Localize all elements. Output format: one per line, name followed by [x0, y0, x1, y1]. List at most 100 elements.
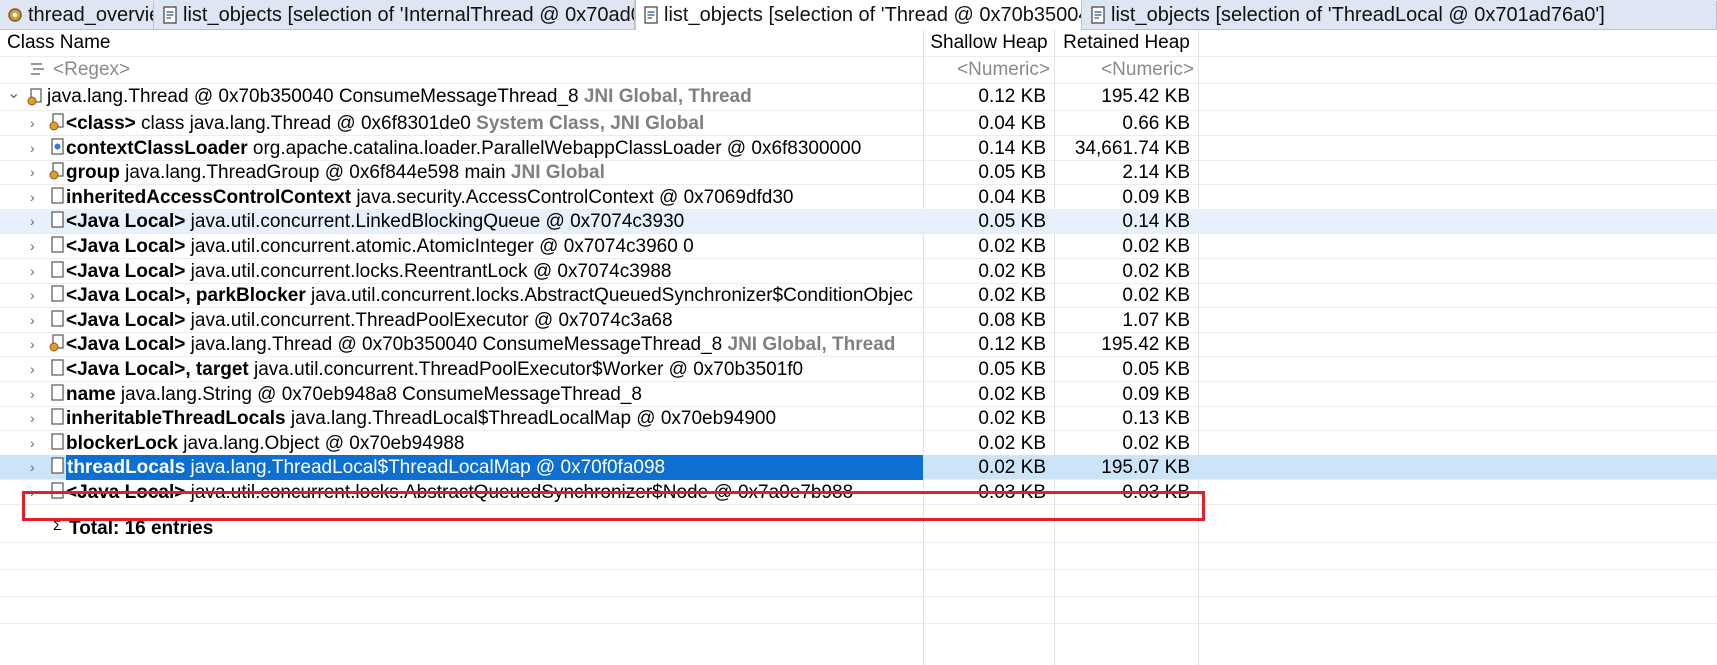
retained-heap-value: 0.02 KB — [1122, 261, 1190, 282]
table-row-selected[interactable]: › threadLocals java.lang.ThreadLocal$Thre… — [0, 455, 1717, 480]
gc-root-tag: JNI Global, Thread — [583, 86, 752, 107]
field-name: name — [66, 384, 116, 405]
class-name-cell: › inheritedAccessControlContext java.secu… — [0, 185, 923, 210]
chevron-right-icon[interactable]: › — [30, 160, 35, 185]
chevron-down-icon[interactable]: ⌄ — [7, 84, 20, 107]
column-header-shallow-heap[interactable]: Shallow Heap — [924, 30, 1054, 56]
chevron-right-icon[interactable]: › — [30, 431, 35, 456]
tab-list-objects-internalthread[interactable]: list_objects [selection of 'InternalThre… — [155, 1, 635, 29]
chevron-right-icon[interactable]: › — [30, 185, 35, 210]
table-row[interactable]: › <Java Local>, target java.util.concurre… — [0, 357, 1717, 382]
tab-label: list_objects [selection of 'ThreadLocal … — [1111, 3, 1605, 26]
chevron-right-icon[interactable]: › — [30, 259, 35, 284]
shallow-heap-value: 0.02 KB — [978, 384, 1046, 405]
filter-icon — [31, 63, 44, 75]
field-name: <Java Local> — [66, 261, 186, 282]
chevron-right-icon[interactable]: › — [30, 382, 35, 407]
chevron-right-icon[interactable]: › — [30, 209, 35, 234]
shallow-heap-value: 0.04 KB — [978, 187, 1046, 208]
doc-icon — [51, 408, 64, 425]
table-row[interactable]: › <Java Local> java.util.concurrent.atomi… — [0, 234, 1717, 259]
retained-heap-value: 0.14 KB — [1122, 211, 1190, 232]
table-row[interactable]: › name java.lang.String @ 0x70eb948a8 Con… — [0, 382, 1717, 407]
chevron-right-icon[interactable]: › — [30, 455, 35, 480]
thread-object-icon — [49, 334, 64, 352]
table-row[interactable]: › <Java Local>, parkBlocker java.util.con… — [0, 283, 1717, 308]
field-name: <Java Local> — [66, 211, 186, 232]
object-ref: java.util.concurrent.atomic.AtomicIntege… — [190, 236, 694, 257]
object-ref: org.apache.catalina.loader.ParallelWebap… — [252, 138, 862, 159]
regex-filter-input[interactable]: <Regex> — [53, 57, 130, 83]
classloader-icon — [51, 138, 64, 155]
doc-icon — [51, 211, 64, 228]
shallow-heap-value: 0.14 KB — [978, 138, 1046, 159]
object-ref: java.util.concurrent.ThreadPoolExecutor$… — [254, 359, 804, 380]
object-label: threadLocals java.lang.ThreadLocal$Threa… — [66, 455, 923, 480]
tree-root-row[interactable]: ⌄ java.lang.Thread @ 0x70b350040 Consume… — [0, 84, 1717, 111]
retained-heap-filter-input[interactable]: <Numeric> — [1055, 57, 1198, 83]
chevron-right-icon[interactable]: › — [30, 136, 35, 161]
tab-thread-overview[interactable]: thread_overview — [0, 1, 154, 29]
object-label: <Java Local> java.util.concurrent.Linked… — [66, 209, 684, 234]
table-row[interactable]: › <Java Local> java.lang.Thread @ 0x70b35… — [0, 332, 1717, 357]
shallow-heap-value: 0.05 KB — [978, 359, 1046, 380]
object-ref: java.lang.ThreadLocal$ThreadLocalMap @ 0… — [290, 408, 777, 429]
gc-root-tag: System Class, JNI Global — [476, 113, 705, 134]
chevron-right-icon[interactable]: › — [30, 111, 35, 136]
table-row[interactable]: › inheritedAccessControlContext java.secu… — [0, 185, 1717, 210]
gc-root-tag: JNI Global — [510, 162, 605, 183]
tab-label: thread_overview — [28, 3, 153, 26]
doc-icon — [51, 384, 64, 401]
field-name: <Java Local>, parkBlocker — [66, 285, 306, 306]
column-header-class-name[interactable]: Class Name — [0, 30, 930, 56]
retained-heap-value: 0.09 KB — [1122, 384, 1190, 405]
object-label: <Java Local> java.lang.Thread @ 0x70b350… — [66, 332, 895, 357]
chevron-right-icon[interactable]: › — [30, 234, 35, 259]
object-ref: java.lang.Thread @ 0x70b350040 ConsumeMe… — [190, 334, 723, 355]
class-name-cell: › contextClassLoader org.apache.catalina.… — [0, 136, 923, 161]
field-name: <Java Local>, target — [66, 359, 249, 380]
field-name: contextClassLoader — [66, 138, 248, 159]
class-name-cell: › <Java Local> java.util.concurrent.locks… — [0, 259, 923, 284]
chevron-right-icon[interactable]: › — [30, 332, 35, 357]
column-header-retained-heap[interactable]: Retained Heap — [1055, 30, 1198, 56]
table-row[interactable]: › <Java Local> java.util.concurrent.Linke… — [0, 209, 1717, 234]
table-row[interactable]: › <class> class java.lang.Thread @ 0x6f83… — [0, 111, 1717, 136]
table-row[interactable]: › <Java Local> java.util.concurrent.locks… — [0, 259, 1717, 284]
table-row[interactable]: › blockerLock java.lang.Object @ 0x70eb94… — [0, 431, 1717, 456]
doc-icon — [644, 6, 658, 24]
retained-heap-value: 0.02 KB — [1122, 433, 1190, 454]
field-name: <Java Local> — [66, 310, 186, 331]
doc-icon — [163, 6, 177, 24]
table-row[interactable]: › contextClassLoader org.apache.catalina.… — [0, 136, 1717, 161]
table-row[interactable]: › <Java Local> java.util.concurrent.Threa… — [0, 308, 1717, 333]
table-row[interactable]: › inheritableThreadLocals java.lang.Threa… — [0, 406, 1717, 431]
retained-heap-value: 0.03 KB — [1122, 482, 1190, 503]
chevron-right-icon[interactable]: › — [30, 406, 35, 431]
class-name-cell: › inheritableThreadLocals java.lang.Threa… — [0, 406, 923, 431]
chevron-right-icon[interactable]: › — [30, 308, 35, 333]
shallow-heap-value: 0.08 KB — [978, 310, 1046, 331]
tab-list-objects-threadlocal[interactable]: list_objects [selection of 'ThreadLocal … — [1083, 1, 1717, 29]
shallow-heap-filter-input[interactable]: <Numeric> — [924, 57, 1054, 83]
shallow-heap-value: 0.12 KB — [978, 86, 1046, 107]
object-ref: java.lang.ThreadLocal$ThreadLocalMap @ 0… — [190, 457, 666, 478]
chevron-right-icon[interactable]: › — [30, 357, 35, 382]
retained-heap-value: 0.02 KB — [1122, 236, 1190, 257]
class-name-cell: › blockerLock java.lang.Object @ 0x70eb94… — [0, 431, 923, 456]
regex-filter-cell[interactable]: <Regex> — [0, 57, 923, 83]
object-label: name java.lang.String @ 0x70eb948a8 Cons… — [66, 382, 642, 407]
object-label: inheritableThreadLocals java.lang.Thread… — [66, 406, 776, 431]
doc-icon — [51, 433, 64, 450]
object-label: group java.lang.ThreadGroup @ 0x6f844e59… — [66, 160, 605, 185]
chevron-right-icon[interactable]: › — [30, 480, 35, 505]
object-ref: java.util.concurrent.locks.AbstractQueue… — [311, 285, 914, 306]
field-name: <Java Local> — [66, 334, 186, 355]
chevron-right-icon[interactable]: › — [30, 283, 35, 308]
table-row[interactable]: › group java.lang.ThreadGroup @ 0x6f844e5… — [0, 160, 1717, 185]
tab-list-objects-thread[interactable]: list_objects [selection of 'Thread @ 0x7… — [635, 0, 1082, 30]
table-row[interactable]: › <Java Local> java.util.concurrent.locks… — [0, 480, 1717, 505]
empty-row — [0, 570, 1717, 597]
class-name-cell: › <Java Local> java.util.concurrent.Linke… — [0, 209, 923, 234]
doc-icon — [51, 457, 64, 474]
